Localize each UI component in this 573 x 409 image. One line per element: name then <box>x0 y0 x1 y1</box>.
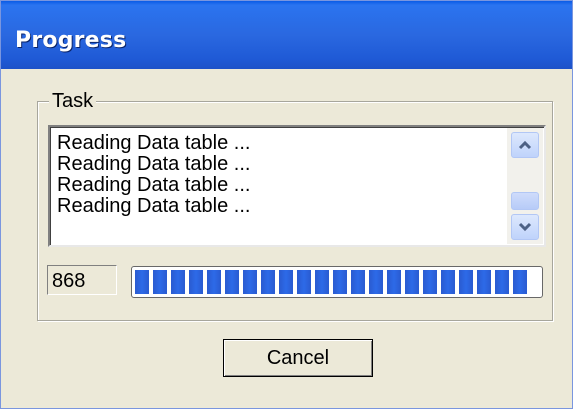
task-group-label: Task <box>49 90 97 112</box>
progress-chunk <box>297 270 311 294</box>
progress-chunk <box>315 270 329 294</box>
progress-chunk <box>441 270 455 294</box>
progress-chunk <box>171 270 185 294</box>
list-item: Reading Data table ... <box>57 195 251 217</box>
progress-chunk <box>189 270 203 294</box>
cancel-button[interactable]: Cancel <box>223 339 373 377</box>
chevron-down-icon <box>518 222 532 232</box>
chevron-up-icon <box>518 140 532 150</box>
scroll-thumb[interactable] <box>511 192 539 210</box>
progress-chunk <box>225 270 239 294</box>
progress-chunk <box>423 270 437 294</box>
progress-chunk <box>459 270 473 294</box>
progress-chunk <box>261 270 275 294</box>
list-item: Reading Data table ... <box>57 153 251 175</box>
progress-chunk <box>207 270 221 294</box>
task-log-list[interactable]: Reading Data table ... Reading Data tabl… <box>48 125 546 247</box>
progress-chunk <box>495 270 509 294</box>
window-title: Progress <box>15 28 127 53</box>
progress-chunk <box>369 270 383 294</box>
task-log-items: Reading Data table ... Reading Data tabl… <box>57 133 497 217</box>
progress-chunk <box>279 270 293 294</box>
progress-chunk <box>135 270 149 294</box>
progress-chunk <box>513 270 527 294</box>
progress-chunk <box>153 270 167 294</box>
progress-chunk <box>351 270 365 294</box>
progress-chunk <box>243 270 257 294</box>
progress-chunk <box>405 270 419 294</box>
progress-chunk <box>477 270 491 294</box>
list-item: Reading Data table ... <box>57 174 251 196</box>
record-count-box: 868 <box>47 265 117 295</box>
vertical-scrollbar[interactable] <box>507 128 543 244</box>
progress-chunk <box>387 270 401 294</box>
progress-chunk <box>333 270 347 294</box>
scroll-up-button[interactable] <box>511 132 539 158</box>
record-count: 868 <box>52 270 86 292</box>
scroll-down-button[interactable] <box>511 214 539 240</box>
progress-fill <box>135 270 527 294</box>
title-bar[interactable]: Progress <box>1 1 572 69</box>
progress-bar <box>131 266 543 298</box>
progress-dialog: Progress Task Reading Data table ... Rea… <box>0 0 573 409</box>
list-item: Reading Data table ... <box>57 132 251 154</box>
